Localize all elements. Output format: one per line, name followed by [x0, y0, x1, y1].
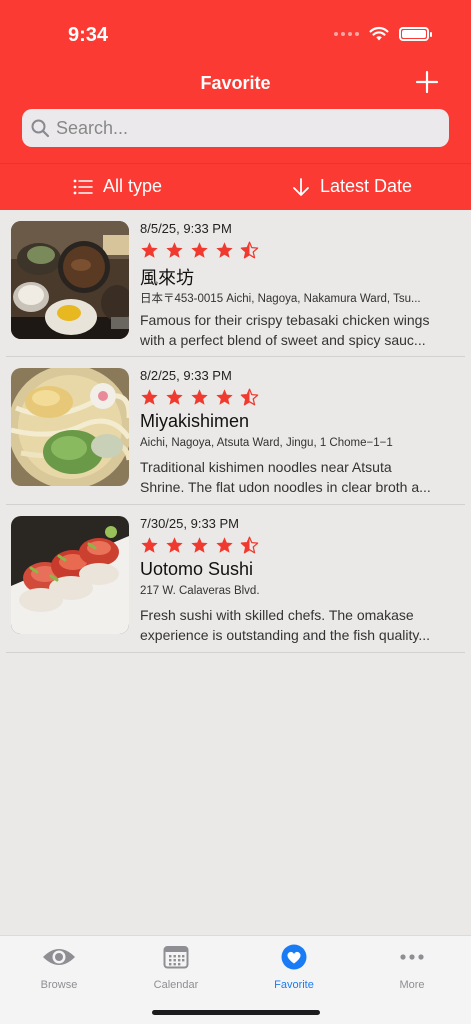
header-divider [0, 163, 471, 164]
item-description: Traditional kishimen noodles near Atsuta… [140, 458, 450, 497]
row-divider [6, 652, 465, 653]
star-rating [140, 388, 450, 408]
ellipsis-icon [400, 954, 424, 960]
kishimen-noodle-bowl-photo [11, 368, 129, 486]
list-item[interactable]: 7/30/25, 9:33 PM Uotomo Sushi 217 W. Cal… [0, 505, 471, 653]
item-description-line: Famous for their crispy tebasaki chicken… [140, 312, 430, 328]
star-filled-icon [216, 537, 233, 553]
tab-label: More [399, 979, 425, 991]
sort-button[interactable]: Latest Date [292, 176, 412, 197]
tab-calendar[interactable]: Calendar [117, 943, 235, 991]
item-address: Aichi, Nagoya, Atsuta Ward, Jingu, 1 Cho… [140, 437, 393, 449]
star-half-icon [240, 536, 259, 554]
item-description-line: Traditional kishimen noodles near Atsuta [140, 459, 392, 475]
star-filled-icon [216, 242, 233, 258]
item-description-line: experience is outstanding and the fish q… [140, 626, 431, 643]
item-description-line: Fresh sushi with skilled chefs. The omak… [140, 607, 414, 623]
star-filled-icon [166, 389, 183, 405]
star-filled-icon [191, 389, 208, 405]
list-item-info: 7/30/25, 9:33 PM Uotomo Sushi 217 W. Cal… [140, 516, 450, 645]
star-filled-icon [141, 242, 158, 258]
tab-favorite[interactable]: Favorite [235, 943, 353, 991]
item-name: 風來坊 [140, 268, 194, 288]
tab-more[interactable]: More [353, 943, 471, 991]
star-rating [140, 241, 450, 261]
list-item[interactable]: 8/5/25, 9:33 PM 風來坊 日本〒453-0015 Aichi, N… [0, 210, 471, 357]
favorites-list: 8/5/25, 9:33 PM 風來坊 日本〒453-0015 Aichi, N… [0, 210, 471, 653]
star-filled-icon [191, 242, 208, 258]
tab-browse[interactable]: Browse [0, 943, 118, 991]
search-icon [31, 119, 50, 138]
list-item-info: 8/5/25, 9:33 PM 風來坊 日本〒453-0015 Aichi, N… [140, 221, 450, 350]
sushi-roll-photo [11, 516, 129, 634]
star-filled-icon [216, 389, 233, 405]
item-date: 8/5/25, 9:33 PM [140, 221, 232, 236]
tab-label: Browse [40, 979, 78, 991]
star-half-icon [240, 388, 259, 406]
page-title: Favorite [200, 73, 271, 93]
japanese-set-meal-photo [11, 221, 129, 339]
item-description: Famous for their crispy tebasaki chicken… [140, 311, 450, 350]
add-button[interactable] [415, 70, 439, 94]
arrow-down-icon [293, 177, 309, 196]
star-filled-icon [141, 537, 158, 553]
tab-label: Calendar [153, 979, 199, 991]
search-input[interactable] [56, 117, 436, 139]
eye-icon [43, 949, 75, 965]
search-bar[interactable] [22, 109, 449, 147]
type-filter-button[interactable]: All type [73, 176, 162, 197]
star-filled-icon [166, 242, 183, 258]
heart-icon [281, 944, 307, 970]
star-rating [140, 536, 450, 556]
list-item[interactable]: 8/2/25, 9:33 PM Miyakishimen Aichi, Nago… [0, 357, 471, 505]
header: 9:34 Favorite All type Latest Date [0, 0, 471, 210]
star-filled-icon [191, 537, 208, 553]
item-name: Uotomo Sushi [140, 559, 254, 579]
item-description-line: with a perfect blend of sweet and spicy … [140, 331, 426, 348]
star-filled-icon [141, 389, 158, 405]
tab-label: Favorite [274, 979, 314, 991]
star-filled-icon [166, 537, 183, 553]
battery-icon [399, 26, 432, 41]
star-half-icon [240, 241, 259, 259]
item-address: 日本〒453-0015 Aichi, Nagoya, Nakamura Ward… [140, 293, 421, 305]
item-date: 7/30/25, 9:33 PM [140, 516, 240, 531]
status-time: 9:34 [68, 24, 109, 46]
item-name: Miyakishimen [140, 411, 250, 431]
home-indicator [152, 1010, 320, 1015]
item-description: Fresh sushi with skilled chefs. The omak… [140, 606, 450, 645]
calendar-icon [163, 946, 189, 969]
type-filter-label: All type [103, 176, 163, 196]
sort-label: Latest Date [320, 176, 413, 196]
item-date: 8/2/25, 9:33 PM [140, 368, 232, 383]
list-icon [73, 179, 93, 194]
item-address: 217 W. Calaveras Blvd. [140, 585, 260, 597]
list-item-info: 8/2/25, 9:33 PM Miyakishimen Aichi, Nago… [140, 368, 450, 497]
wifi-icon [369, 26, 389, 41]
status-indicators [334, 26, 432, 41]
cellular-signal-icon [334, 31, 359, 36]
item-description-line: Shrine. The flat udon noodles in clear b… [140, 478, 431, 495]
